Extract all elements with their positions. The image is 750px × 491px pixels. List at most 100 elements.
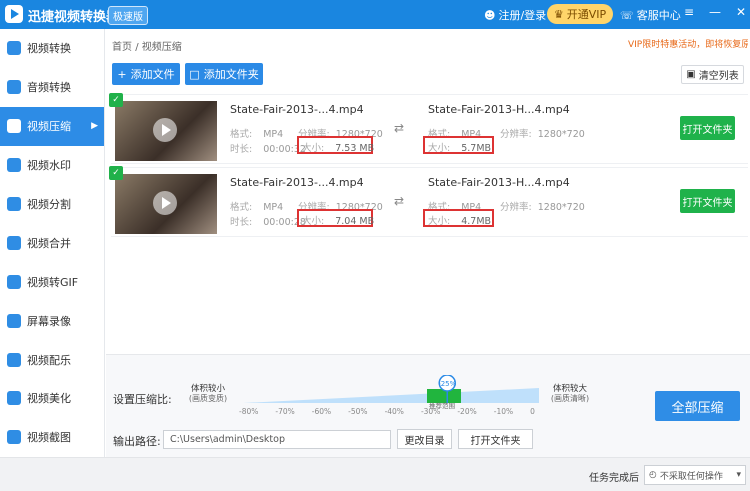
open-folder-button[interactable]: 打开文件夹 xyxy=(680,116,735,140)
sidebar-item-3[interactable]: 视频水印 xyxy=(0,146,104,185)
customer-service-link[interactable]: ☏ 客服中心 xyxy=(620,7,681,23)
slider-tick-label: -50% xyxy=(348,407,368,416)
after-done-select[interactable]: ◴ 不采取任何操作 ▾ xyxy=(644,465,746,485)
folder-icon: □ xyxy=(189,67,200,81)
sidebar-item-10[interactable]: 视频截图 xyxy=(0,418,104,457)
chat-icon: ☏ xyxy=(620,8,634,22)
sidebar-item-label: 视频水印 xyxy=(27,159,71,173)
resolution-label: 分辨率: xyxy=(500,129,532,140)
duration-label: 时长: xyxy=(230,144,253,155)
sidebar-item-label: 视频分割 xyxy=(27,198,71,211)
slider-tick-label: -80% xyxy=(239,407,259,416)
sidebar-item-5[interactable]: 视频合并 xyxy=(0,223,104,262)
sidebar-item-6[interactable]: 视频转GIF xyxy=(0,262,104,301)
sidebar-item-8[interactable]: 视频配乐 xyxy=(0,340,104,379)
source-size: 7.04 MB xyxy=(335,216,375,227)
large-size-title: 体积较大 xyxy=(552,384,587,394)
sidebar-item-label: 视频转GIF xyxy=(27,275,79,289)
sidebar-item-9[interactable]: 视频美化 xyxy=(0,379,104,418)
video-thumbnail[interactable] xyxy=(115,174,217,234)
sidebar-item-1[interactable]: 音频转换 xyxy=(0,68,104,107)
promo-banner[interactable]: VIP限时特惠活动，即将恢复原价 xyxy=(628,37,748,50)
watermark-icon xyxy=(7,158,21,173)
checkbox-checked-icon[interactable]: ✓ xyxy=(109,93,123,107)
output-path-label: 输出路径: xyxy=(113,435,161,448)
open-output-folder-button[interactable]: 打开文件夹 xyxy=(458,429,533,449)
source-file-name: State-Fair-2013-...4.mp4 xyxy=(230,176,364,189)
small-size-sub: (画质变质) xyxy=(188,394,228,403)
screenshot-icon xyxy=(7,430,21,445)
breadcrumb-current: 视频压缩 xyxy=(141,42,182,53)
clear-list-label: 清空列表 xyxy=(698,71,739,82)
size-label: 大小: xyxy=(428,216,451,227)
breadcrumb-home[interactable]: 首页 xyxy=(112,42,132,53)
sidebar-item-label: 音频转换 xyxy=(27,81,71,95)
edition-badge: 极速版 xyxy=(108,6,148,25)
breadcrumb-separator: / xyxy=(135,42,139,53)
after-done-value: 不采取任何操作 xyxy=(659,471,723,482)
output-file-name: State-Fair-2013-H...4.mp4 xyxy=(428,103,570,116)
compress-all-button[interactable]: 全部压缩 xyxy=(655,391,740,421)
slider-tick-label: -20% xyxy=(457,407,477,416)
sidebar-item-7[interactable]: 屏幕录像 xyxy=(0,301,104,340)
video-compress-icon xyxy=(7,119,21,134)
change-dir-button[interactable]: 更改目录 xyxy=(397,429,452,449)
convert-arrow-icon: ⇄ xyxy=(394,121,405,135)
service-label: 客服中心 xyxy=(636,9,681,22)
play-icon[interactable] xyxy=(153,118,177,142)
output-path-input[interactable]: C:\Users\admin\Desktop xyxy=(163,430,391,449)
breadcrumb: 首页 / 视频压缩 xyxy=(112,38,182,53)
screen-record-icon xyxy=(7,313,21,328)
open-folder-button[interactable]: 打开文件夹 xyxy=(680,189,735,213)
source-format: MP4 xyxy=(263,202,284,213)
merge-icon xyxy=(7,235,21,250)
video-thumbnail[interactable] xyxy=(115,101,217,161)
clear-list-button[interactable]: ▣ 清空列表 xyxy=(681,65,744,84)
format-label: 格式: xyxy=(230,129,253,140)
small-size-title: 体积较小 xyxy=(190,384,225,394)
convert-arrow-icon: ⇄ xyxy=(394,194,405,208)
app-title: 迅捷视频转换器 xyxy=(28,10,120,25)
user-icon: ☻ xyxy=(484,8,496,22)
file-row[interactable]: ✓ State-Fair-2013-...4.mp4 格式: MP4 分辨率: 128… xyxy=(109,166,748,237)
sidebar-item-label: 视频截图 xyxy=(27,431,71,445)
slider-ticks: -80% -70% -60% -50% -40% -30% -20% -10% 0 xyxy=(239,407,535,416)
title-bar: 迅捷视频转换器 极速版 ☻ 注册/登录 ♛ 开通VIP ☏ 客服中心 ≡ — ✕ xyxy=(0,0,750,29)
sidebar-item-label: 视频配乐 xyxy=(27,353,71,367)
add-folder-label: 添加文件夹 xyxy=(203,68,259,81)
login-label: 注册/登录 xyxy=(498,9,547,22)
add-file-button[interactable]: + 添加文件 xyxy=(112,63,180,85)
add-folder-button[interactable]: □ 添加文件夹 xyxy=(185,63,263,85)
compress-slider[interactable]: -25% xyxy=(243,375,539,407)
slider-tick-label: -70% xyxy=(275,407,295,416)
close-icon[interactable]: ✕ xyxy=(735,5,747,19)
menu-icon[interactable]: ≡ xyxy=(683,5,695,19)
app-logo-icon xyxy=(5,5,23,23)
sidebar-item-0[interactable]: 视频转换 xyxy=(0,29,104,68)
chevron-down-icon: ▾ xyxy=(736,470,741,480)
source-file-name: State-Fair-2013-...4.mp4 xyxy=(230,103,364,116)
format-label: 格式: xyxy=(230,202,253,213)
split-icon xyxy=(7,197,21,211)
promo-text: VIP限时特惠活动，即将恢复原价 xyxy=(628,40,748,50)
music-icon xyxy=(7,352,21,367)
login-link[interactable]: ☻ 注册/登录 xyxy=(484,7,546,23)
checkbox-checked-icon[interactable]: ✓ xyxy=(109,166,123,180)
sidebar-item-4[interactable]: 视频分割 xyxy=(0,185,104,224)
add-file-label: 添加文件 xyxy=(130,68,175,81)
sidebar-item-label: 屏幕录像 xyxy=(27,314,71,328)
file-row[interactable]: ✓ State-Fair-2013-...4.mp4 格式: MP4 分辨率: 128… xyxy=(109,93,748,164)
trash-icon: ▣ xyxy=(686,69,696,80)
slider-tick-label: -40% xyxy=(384,407,404,416)
beautify-icon xyxy=(7,391,21,406)
play-icon[interactable] xyxy=(153,191,177,215)
sidebar-item-2[interactable]: 视频压缩 ▶ xyxy=(0,106,104,146)
gif-icon xyxy=(7,274,21,289)
status-bar: 任务完成后 ◴ 不采取任何操作 ▾ xyxy=(0,457,750,491)
output-resolution: 1280*720 xyxy=(537,202,585,213)
output-size: 5.7MB xyxy=(461,143,492,154)
vip-button[interactable]: ♛ 开通VIP xyxy=(547,4,613,24)
plus-icon: + xyxy=(117,67,127,81)
minimize-icon[interactable]: — xyxy=(709,5,721,19)
resolution-label: 分辨率: xyxy=(500,202,532,213)
